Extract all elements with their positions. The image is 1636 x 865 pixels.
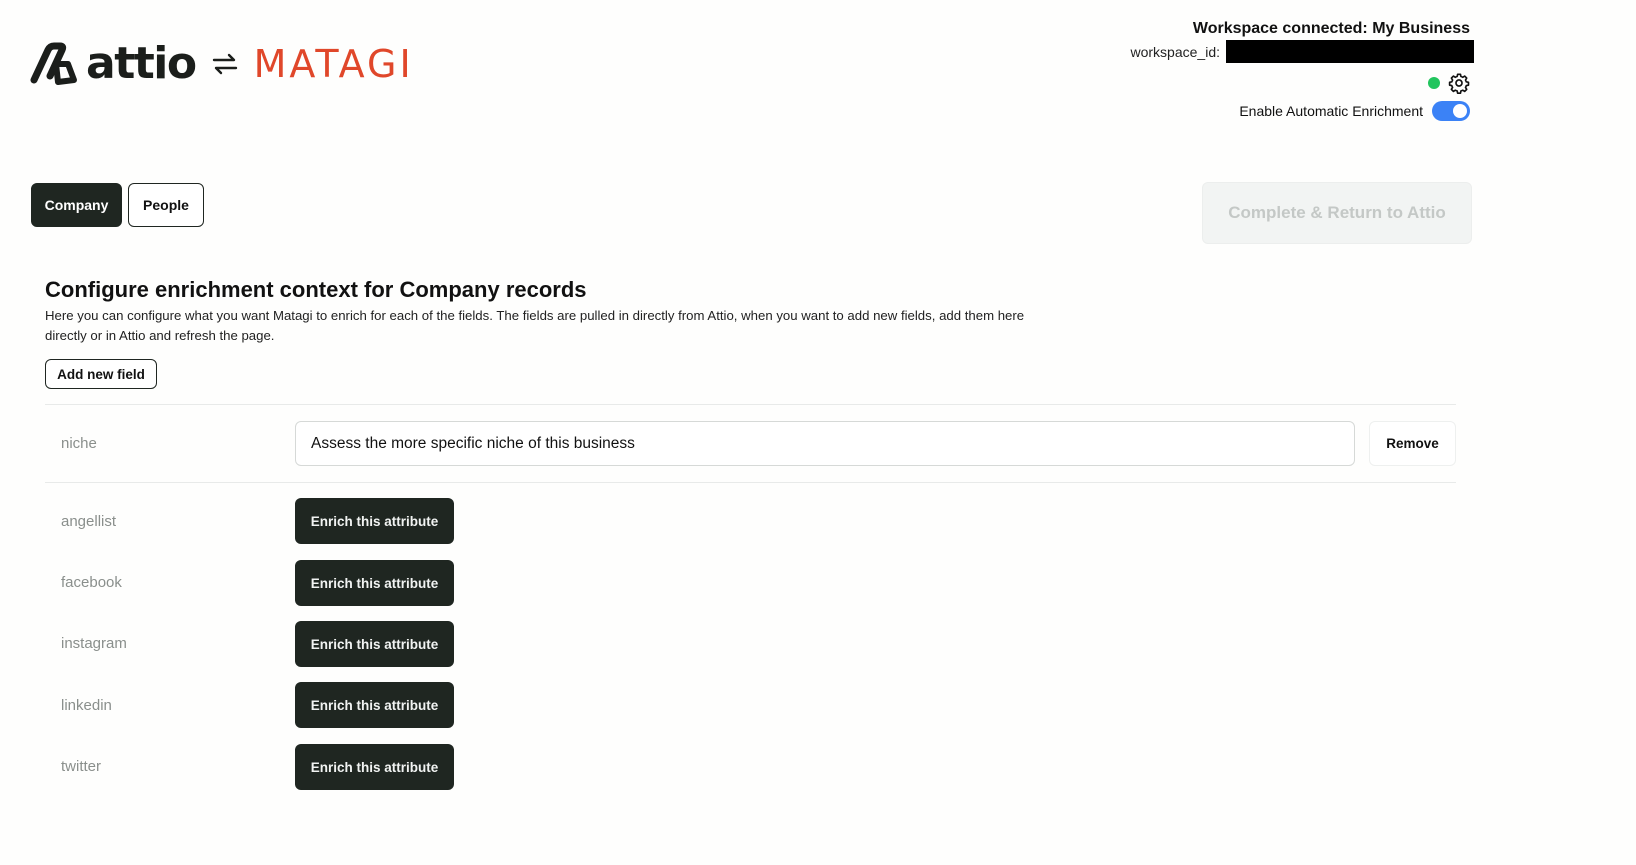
section-title: Configure enrichment context for Company… bbox=[45, 277, 587, 302]
field-name-twitter: twitter bbox=[61, 758, 102, 775]
attio-wordmark: attio bbox=[86, 38, 197, 89]
field-name-linkedin: linkedin bbox=[61, 697, 112, 714]
enrich-twitter-button[interactable]: Enrich this attribute bbox=[295, 744, 454, 790]
gear-icon[interactable] bbox=[1448, 72, 1470, 94]
remove-button[interactable]: Remove bbox=[1369, 421, 1456, 466]
tab-people[interactable]: People bbox=[128, 183, 204, 227]
field-name-angellist: angellist bbox=[61, 513, 117, 530]
status-dot-icon bbox=[1428, 77, 1440, 89]
attio-logo-icon bbox=[30, 42, 77, 85]
auto-enrichment-row: Enable Automatic Enrichment bbox=[1239, 101, 1470, 121]
section-description: Here you can configure what you want Mat… bbox=[45, 308, 1025, 343]
status-row bbox=[1428, 72, 1470, 94]
enrich-angellist-button[interactable]: Enrich this attribute bbox=[295, 498, 454, 544]
auto-enrichment-label: Enable Automatic Enrichment bbox=[1239, 103, 1423, 119]
divider bbox=[45, 404, 1456, 405]
divider bbox=[45, 482, 1456, 483]
workspace-connected-title: Workspace connected: My Business bbox=[1192, 20, 1470, 37]
swap-arrows-icon bbox=[212, 53, 237, 75]
field-name-instagram: instagram bbox=[61, 635, 127, 652]
enrich-instagram-button[interactable]: Enrich this attribute bbox=[295, 621, 454, 667]
workspace-id-row: workspace_id: bbox=[1130, 40, 1474, 63]
field-name-facebook: facebook bbox=[61, 574, 122, 591]
tab-company[interactable]: Company bbox=[31, 183, 122, 227]
add-new-field-button[interactable]: Add new field bbox=[45, 359, 157, 389]
matagi-wordmark: MATAGI bbox=[253, 42, 414, 86]
record-type-tabs: Company People bbox=[31, 183, 204, 227]
toggle-knob bbox=[1453, 104, 1467, 118]
complete-return-button[interactable]: Complete & Return to Attio bbox=[1202, 182, 1472, 244]
workspace-id-redacted bbox=[1226, 40, 1474, 63]
brand-logos: attio MATAGI bbox=[30, 40, 414, 88]
enrich-linkedin-button[interactable]: Enrich this attribute bbox=[295, 682, 454, 728]
auto-enrichment-toggle[interactable] bbox=[1432, 101, 1470, 121]
workspace-id-label: workspace_id: bbox=[1130, 43, 1221, 60]
niche-context-input[interactable] bbox=[295, 421, 1355, 466]
field-name-niche: niche bbox=[61, 435, 97, 452]
enrich-facebook-button[interactable]: Enrich this attribute bbox=[295, 560, 454, 606]
